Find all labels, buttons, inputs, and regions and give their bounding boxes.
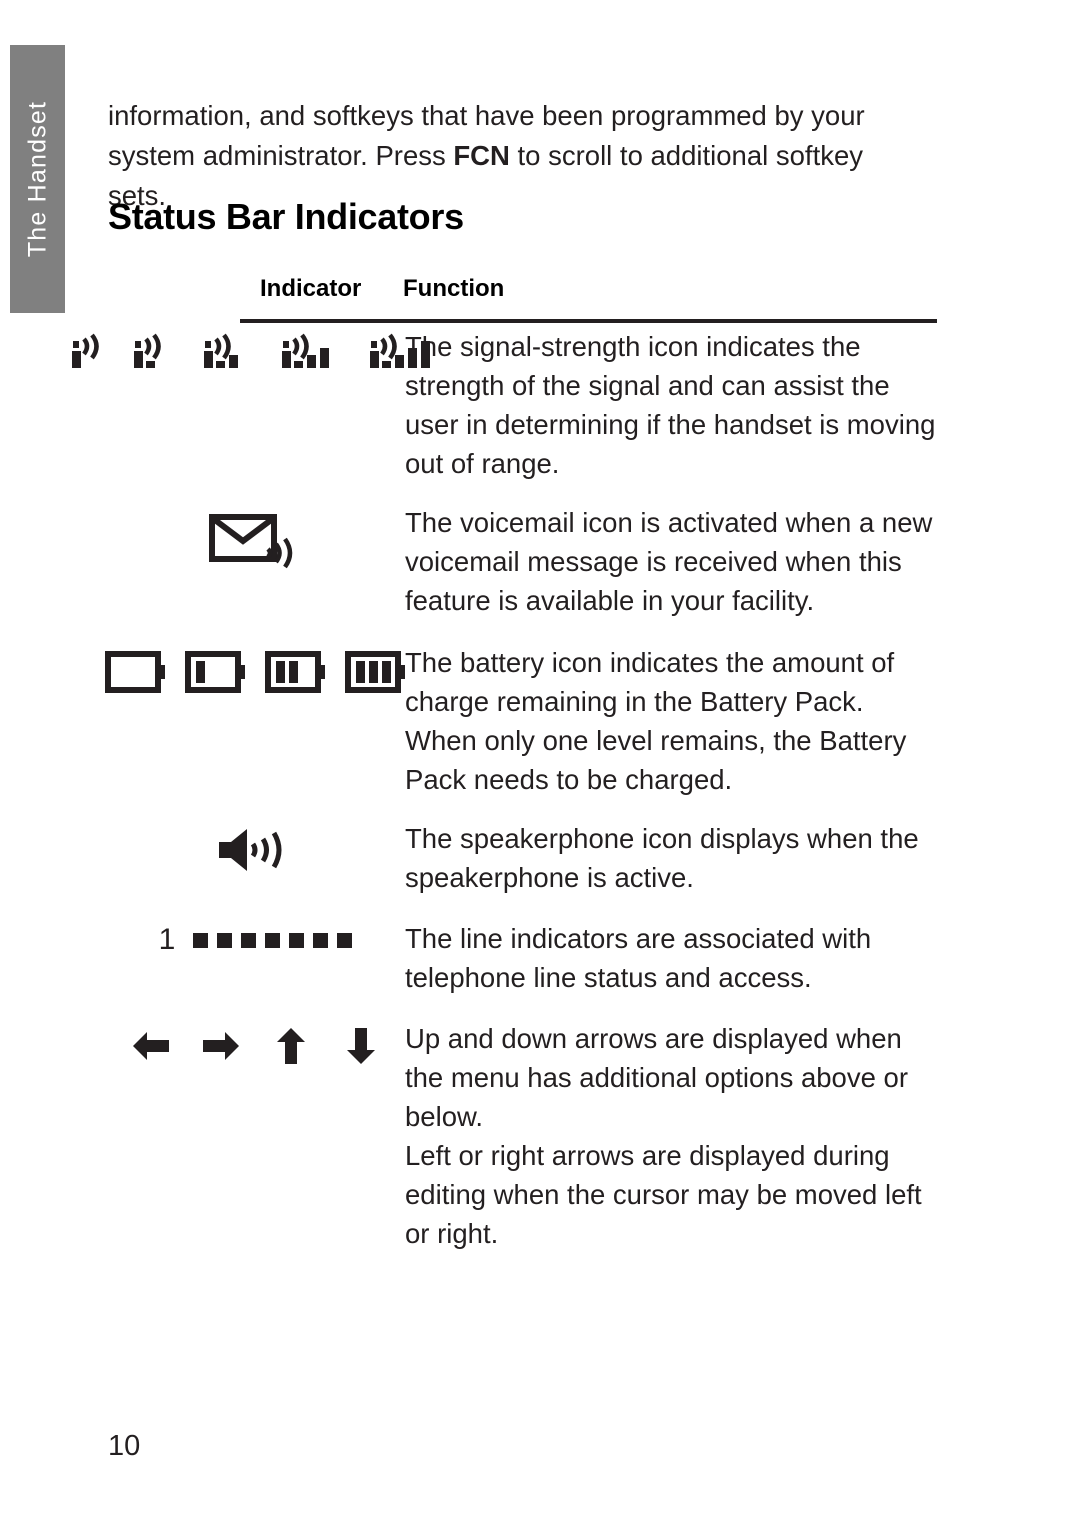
- status-bar-indicator-table: Indicator Function The signal-strength i…: [71, 275, 938, 1249]
- arrow-description: Up and down arrows are displayed when th…: [403, 1019, 938, 1253]
- row-description: The line indicators are associated with …: [405, 923, 872, 993]
- row-description: The signal-strength icon indicates the s…: [405, 331, 936, 479]
- battery-0-bars-icon: [104, 649, 167, 695]
- battery-1-bar-icon: [184, 649, 247, 695]
- header-rule: [240, 319, 937, 323]
- side-tab-the-handset: The Handset: [10, 45, 65, 313]
- column-header-function: Function: [403, 275, 505, 302]
- row-description: The voicemail icon is activated when a n…: [405, 507, 933, 616]
- table-row: The voicemail icon is activated when a n…: [108, 503, 938, 643]
- speakerphone-icon-cell: [108, 819, 403, 875]
- row-description-1: Up and down arrows are displayed when th…: [405, 1023, 908, 1132]
- page-title: Status Bar Indicators: [108, 196, 464, 237]
- line-indicator-group: 1: [159, 925, 353, 955]
- line-square: [337, 932, 353, 948]
- row-description: The battery icon indicates the amount of…: [405, 647, 907, 795]
- table-body: The signal-strength icon indicates the s…: [71, 327, 938, 1259]
- line-square: [217, 932, 233, 948]
- signal-strength-description: The signal-strength icon indicates the s…: [403, 327, 938, 483]
- table-row: The battery icon indicates the amount of…: [104, 643, 938, 819]
- voicemail-icon: [208, 509, 304, 571]
- line-square: [265, 932, 281, 948]
- page-number: 10: [108, 1430, 141, 1462]
- line-indicator-icons: 1: [108, 919, 403, 955]
- line-square: [289, 932, 305, 948]
- arrow-right-icon: [200, 1025, 242, 1067]
- signal-strength-icons: [71, 327, 430, 373]
- side-tab-label: The Handset: [23, 100, 51, 258]
- page-content: information, and softkeys that have been…: [71, 0, 968, 1528]
- table-row: The signal-strength icon indicates the s…: [71, 327, 938, 503]
- signal-0-bars-icon: [67, 333, 111, 373]
- arrow-down-icon: [340, 1025, 382, 1067]
- battery-2-bars-icon: [264, 649, 327, 695]
- row-description-2: Left or right arrows are displayed durin…: [405, 1140, 922, 1249]
- row-description: The speakerphone icon displays when the …: [405, 823, 919, 893]
- signal-1-bar-icon: [129, 333, 181, 373]
- signal-4-bars-icon: [365, 333, 445, 373]
- battery-description: The battery icon indicates the amount of…: [403, 643, 938, 799]
- battery-icon-group: [104, 649, 407, 695]
- arrow-icons: [108, 1019, 403, 1067]
- speakerphone-icon: [213, 825, 299, 875]
- voicemail-description: The voicemail icon is activated when a n…: [403, 503, 938, 620]
- arrow-left-icon: [130, 1025, 172, 1067]
- arrow-up-icon: [270, 1025, 312, 1067]
- table-header-row: Indicator Function: [108, 275, 938, 323]
- table-row: Up and down arrows are displayed when th…: [108, 1019, 938, 1259]
- column-header-indicator: Indicator: [260, 275, 362, 302]
- signal-2-bars-icon: [199, 333, 259, 373]
- table-row: 1 The line indicators are associated wit…: [108, 919, 938, 1019]
- line-indicator-description: The line indicators are associated with …: [403, 919, 938, 997]
- line-square: [241, 932, 257, 948]
- table-row: The speakerphone icon displays when the …: [108, 819, 938, 919]
- battery-icons: [104, 643, 405, 695]
- battery-3-bars-icon: [344, 649, 407, 695]
- intro-emphasis-fcn: FCN: [453, 140, 510, 171]
- line-number: 1: [158, 923, 176, 956]
- speakerphone-description: The speakerphone icon displays when the …: [403, 819, 938, 897]
- signal-3-bars-icon: [277, 333, 347, 373]
- line-square: [313, 932, 329, 948]
- voicemail-icon-cell: [108, 503, 403, 571]
- arrow-icon-group: [130, 1025, 382, 1067]
- line-square: [193, 932, 209, 948]
- line-squares: [193, 932, 353, 948]
- signal-icon-group: [67, 333, 445, 373]
